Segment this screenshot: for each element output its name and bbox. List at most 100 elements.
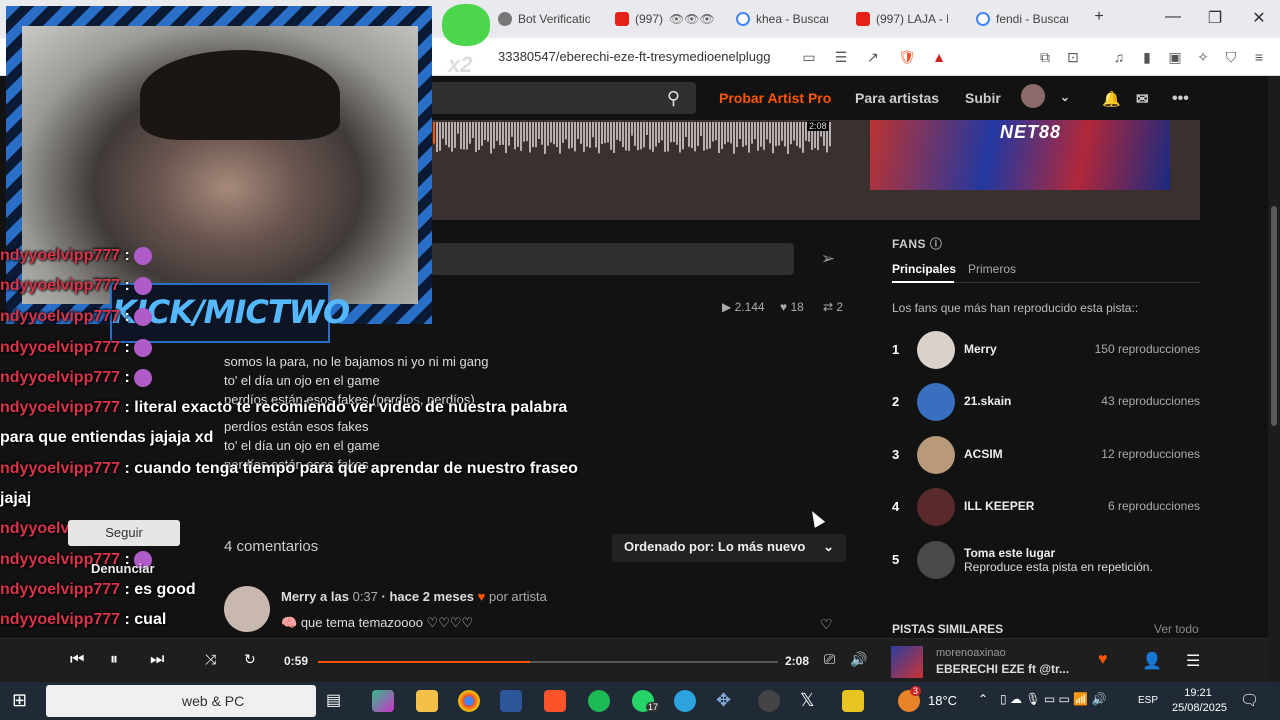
minimize-icon[interactable]: — [1158, 8, 1188, 26]
music-icon[interactable]: ♫ [1110, 48, 1128, 66]
browser-tab[interactable]: fendi - Buscar [976, 6, 1068, 32]
info-icon[interactable]: ⓘ [930, 237, 943, 251]
fan-avatar[interactable] [917, 383, 955, 421]
task-view-icon[interactable]: ▤ [326, 690, 348, 712]
chevron-down-icon[interactable]: ⌄ [1060, 90, 1070, 104]
more-options-icon[interactable]: ••• [1172, 90, 1189, 108]
x-app-icon[interactable]: 𝕏 [800, 690, 822, 712]
send-icon[interactable]: ➢ [810, 243, 846, 275]
browser-tab[interactable]: (997) 👁👁👁 [615, 6, 715, 32]
queue-icon[interactable]: ☰ [1186, 651, 1200, 671]
fan-name[interactable]: Merry [964, 342, 997, 356]
repeat-icon[interactable]: ↻ [244, 651, 256, 668]
scrollbar-thumb[interactable] [1271, 206, 1277, 426]
close-icon[interactable]: ✕ [1244, 8, 1274, 28]
chat-username[interactable]: ndyyoelvipp777 [0, 369, 120, 386]
reader-icon[interactable]: ☰ [832, 48, 850, 66]
notes-app-icon[interactable] [842, 690, 864, 712]
windows-start-icon[interactable]: ⊞ [12, 690, 34, 712]
likes-count[interactable]: ♥ 18 [780, 300, 804, 314]
extensions-icon[interactable]: ⧉ [1036, 48, 1054, 66]
tab-primeros[interactable]: Primeros [968, 262, 1016, 276]
chat-username[interactable]: ndyyoelvipp777 [0, 611, 120, 628]
follow-icon[interactable]: 👤 [1142, 651, 1162, 671]
bell-icon[interactable]: 🔔 [1102, 90, 1121, 108]
spotify-icon[interactable] [588, 690, 610, 712]
like-icon[interactable]: ♥ [1098, 651, 1108, 669]
weather-temp[interactable]: 18°C [928, 693, 957, 708]
maximize-icon[interactable]: ❐ [1200, 8, 1230, 28]
sort-dropdown[interactable]: Ordenado por: Lo más nuevo ⌄ [612, 534, 846, 562]
user-avatar[interactable] [1021, 84, 1045, 108]
comment-avatar[interactable] [224, 586, 270, 632]
comment-timestamp[interactable]: 0:37 [353, 589, 378, 604]
game-app-icon[interactable]: ✥ [716, 690, 738, 712]
fan-avatar[interactable] [917, 488, 955, 526]
page-scrollbar[interactable] [1268, 76, 1280, 682]
share-icon[interactable]: ↗ [864, 48, 882, 66]
wallet-icon[interactable]: ▣ [1166, 48, 1184, 66]
progress-bar[interactable] [318, 661, 778, 663]
cast-icon[interactable]: ▭ [800, 48, 818, 66]
search-icon[interactable]: ⚲ [667, 88, 680, 109]
notifications-icon[interactable]: 🗨 [1240, 691, 1259, 709]
clock[interactable]: 19:21 25/08/2025 [1172, 686, 1227, 716]
volume-icon[interactable]: 🔊 [850, 651, 867, 668]
now-playing-artwork[interactable] [891, 646, 923, 678]
word-icon[interactable] [500, 690, 522, 712]
report-button[interactable]: Denunciar [91, 561, 155, 576]
view-all-link[interactable]: Ver todo [1154, 622, 1199, 636]
reposts-count[interactable]: ⇄ 2 [823, 300, 843, 314]
fan-name[interactable]: 21.skain [964, 394, 1011, 408]
now-playing-title[interactable]: EBERECHI EZE ft @tr... [936, 662, 1069, 676]
brave-rewards-icon[interactable]: ▲ [930, 48, 948, 66]
next-icon[interactable]: ⏭ [150, 651, 164, 669]
chat-username[interactable]: ndyyoelvipp777 [0, 247, 120, 264]
follow-button[interactable]: Seguir [68, 520, 180, 546]
for-artists-link[interactable]: Para artistas [855, 90, 939, 106]
waveform[interactable] [430, 120, 832, 162]
fan-row[interactable]: 2 21.skain 43 reproducciones [892, 382, 1200, 422]
previous-icon[interactable]: ⏮ [70, 651, 84, 669]
fan-name[interactable]: ACSIM [964, 447, 1003, 461]
menu-icon[interactable]: ≡ [1250, 48, 1268, 66]
url-field[interactable]: 33380547/eberechi-eze-ft-tresymedioenelp… [498, 49, 770, 64]
fan-row[interactable]: 1 Merry 150 reproducciones [892, 330, 1200, 370]
try-artist-pro-link[interactable]: Probar Artist Pro [719, 90, 831, 106]
fan-name[interactable]: ILL KEEPER [964, 499, 1034, 513]
pause-icon[interactable]: ⏸ [110, 651, 118, 669]
chat-username[interactable]: ndyyoelvipp777 [0, 399, 120, 416]
new-tab-plus-icon[interactable]: + [1084, 8, 1114, 26]
chat-username[interactable]: ndyyoelvipp777 [0, 277, 120, 294]
brave-shield-icon[interactable]: 🛡 [898, 48, 916, 66]
leo-ai-icon[interactable]: ✧ [1194, 48, 1212, 66]
chat-username[interactable]: ndyyoelvipp777 [0, 581, 120, 598]
fan-avatar[interactable] [917, 436, 955, 474]
comment-input[interactable] [430, 243, 794, 275]
tray-icons[interactable]: ▯ ☁ 🎙 ▭ ▭ 📶 🔊 [1000, 692, 1106, 706]
language-indicator[interactable]: ESP [1138, 695, 1158, 706]
comment-user[interactable]: Merry [281, 589, 316, 604]
tab-principales[interactable]: Principales [892, 262, 956, 276]
tab-search-icon[interactable]: ⊡ [1064, 48, 1082, 66]
chrome-icon[interactable] [458, 690, 480, 712]
browser-tab[interactable]: Bot Verificatio [498, 6, 590, 32]
brave-icon[interactable] [544, 690, 566, 712]
telegram-icon[interactable] [674, 690, 696, 712]
chat-username[interactable]: ndyyoelvipp777 [0, 339, 120, 356]
cast-icon[interactable]: ⎚ [824, 651, 835, 668]
sidebar-icon[interactable]: ▮ [1138, 48, 1156, 66]
comment-like-icon[interactable]: ♡ [820, 616, 833, 633]
fan-row[interactable]: 4 ILL KEEPER 6 reproducciones [892, 487, 1200, 527]
search-input[interactable]: ⚲ [430, 82, 696, 114]
obs-icon[interactable] [758, 690, 780, 712]
mail-icon[interactable]: ✉ [1136, 90, 1149, 108]
vpn-icon[interactable]: ⛉ [1222, 48, 1240, 66]
tray-chevron-icon[interactable]: ⌃ [978, 692, 988, 706]
fan-avatar[interactable] [917, 331, 955, 369]
fan-row[interactable]: 3 ACSIM 12 reproducciones [892, 435, 1200, 475]
copilot-icon[interactable] [372, 690, 394, 712]
shuffle-icon[interactable]: ⤨ [205, 651, 216, 668]
taskbar-search[interactable]: web & PC [46, 685, 316, 717]
browser-tab[interactable]: khea - Buscar [736, 6, 828, 32]
